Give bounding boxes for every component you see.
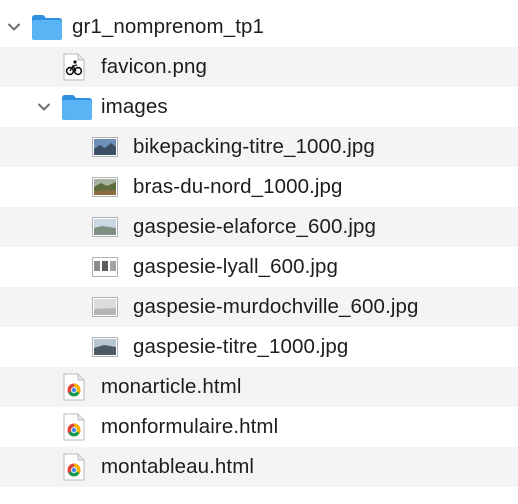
chevron-down-icon[interactable] [6,19,22,35]
jpg-thumbnail-icon [92,257,118,277]
chrome-html-icon [63,413,85,441]
tree-row-label: bikepacking-titre_1000.jpg [133,135,375,158]
chevron-down-icon[interactable] [36,99,52,115]
tree-row-label: gaspesie-titre_1000.jpg [133,335,349,358]
tree-row-image-file[interactable]: gaspesie-elaforce_600.jpg [0,207,518,247]
tree-row-images-folder[interactable]: images [0,87,518,127]
tree-row-label: gaspesie-murdochville_600.jpg [133,295,419,318]
tree-row-label: montableau.html [101,455,255,478]
jpg-thumbnail-icon [92,137,118,157]
jpg-thumbnail-icon [92,337,118,357]
png-file-icon [63,53,85,81]
tree-row-favicon[interactable]: favicon.png [0,47,518,87]
jpg-thumbnail-icon [92,297,118,317]
file-tree: gr1_nomprenom_tp1 favicon.png images bik… [0,0,518,504]
chrome-html-icon [63,373,85,401]
tree-row-image-file[interactable]: gaspesie-lyall_600.jpg [0,247,518,287]
tree-row-root-folder[interactable]: gr1_nomprenom_tp1 [0,7,518,47]
tree-row-label: favicon.png [101,55,207,78]
folder-icon [32,15,62,40]
chrome-html-icon [63,453,85,481]
folder-icon [62,95,92,120]
tree-row-label: monarticle.html [101,375,242,398]
tree-row-label: monformulaire.html [101,415,279,438]
tree-row-label: gaspesie-elaforce_600.jpg [133,215,376,238]
tree-row-label: gr1_nomprenom_tp1 [72,15,265,38]
tree-row-html-file[interactable]: montableau.html [0,447,518,487]
tree-row-image-file[interactable]: bras-du-nord_1000.jpg [0,167,518,207]
tree-row-image-file[interactable]: bikepacking-titre_1000.jpg [0,127,518,167]
tree-row-label: bras-du-nord_1000.jpg [133,175,343,198]
tree-row-label: gaspesie-lyall_600.jpg [133,255,339,278]
tree-row-html-file[interactable]: monformulaire.html [0,407,518,447]
tree-row-html-file[interactable]: monarticle.html [0,367,518,407]
tree-row-label: images [101,95,168,118]
tree-row-image-file[interactable]: gaspesie-titre_1000.jpg [0,327,518,367]
jpg-thumbnail-icon [92,177,118,197]
tree-row-image-file[interactable]: gaspesie-murdochville_600.jpg [0,287,518,327]
jpg-thumbnail-icon [92,217,118,237]
